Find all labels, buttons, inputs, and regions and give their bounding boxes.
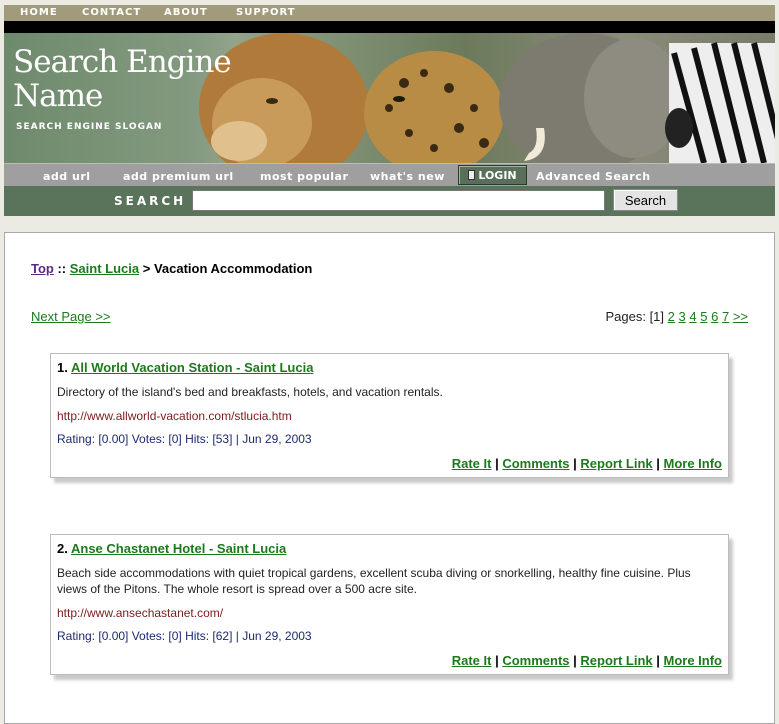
breadcrumb: Top :: Saint Lucia > Vacation Accommodat…	[31, 261, 312, 276]
search-button[interactable]: Search	[613, 189, 678, 211]
page-link[interactable]: 5	[700, 309, 707, 324]
banner-top-bar	[4, 21, 775, 33]
result-description: Directory of the island's bed and breakf…	[57, 385, 443, 399]
pagination: Pages: [1] 2 3 4 5 6 7 >>	[605, 309, 748, 324]
result-actions: Rate It | Comments | Report Link | More …	[57, 653, 722, 674]
search-input[interactable]	[192, 190, 605, 211]
action-separator: |	[569, 653, 581, 668]
pages-next-link[interactable]: >>	[733, 309, 748, 324]
nav-home[interactable]: HOME	[20, 7, 58, 18]
result-card: 2. Anse Chastanet Hotel - Saint Lucia Be…	[50, 534, 729, 675]
action-separator: |	[652, 653, 664, 668]
advanced-search-link[interactable]: Advanced Search	[536, 170, 651, 183]
search-label: SEARCH	[114, 194, 187, 208]
result-meta: Rating: [0.00] Votes: [0] Hits: [62] | J…	[57, 629, 312, 643]
action-separator: |	[652, 456, 664, 471]
site-slogan: SEARCH ENGINE SLOGAN	[16, 122, 163, 132]
page-link[interactable]: 7	[722, 309, 729, 324]
nav-support[interactable]: SUPPORT	[236, 7, 296, 18]
current-page: [1]	[649, 309, 665, 324]
nav-about[interactable]: ABOUT	[164, 7, 208, 18]
action-separator: |	[491, 456, 503, 471]
search-bar: SEARCH Search	[4, 186, 775, 216]
more-info-link[interactable]: More Info	[664, 456, 723, 471]
leopard-eye	[393, 96, 405, 102]
result-url: http://www.ansechastanet.com/	[57, 606, 224, 620]
breadcrumb-current: Vacation Accommodation	[153, 261, 313, 276]
result-number: 2.	[57, 541, 68, 556]
banner: Search Engine Name SEARCH ENGINE SLOGAN	[4, 33, 775, 163]
rate-it-link[interactable]: Rate It	[452, 456, 492, 471]
comments-link[interactable]: Comments	[502, 456, 569, 471]
report-link[interactable]: Report Link	[580, 456, 652, 471]
action-separator: |	[569, 456, 581, 471]
result-title: 1. All World Vacation Station - Saint Lu…	[57, 360, 722, 375]
nav-contact[interactable]: CONTACT	[82, 7, 141, 18]
lion-muzzle	[211, 121, 267, 161]
page-link[interactable]: 2	[668, 309, 675, 324]
result-card: 1. All World Vacation Station - Saint Lu…	[50, 353, 729, 478]
login-label: LOGIN	[478, 168, 517, 182]
login-button[interactable]: LOGIN	[458, 165, 527, 185]
pages-label: Pages:	[605, 309, 650, 324]
lock-icon	[468, 170, 476, 180]
rate-it-link[interactable]: Rate It	[452, 653, 492, 668]
lion-eye	[266, 98, 278, 104]
breadcrumb-top-link[interactable]: Top	[31, 261, 54, 276]
result-title-link[interactable]: Anse Chastanet Hotel - Saint Lucia	[71, 541, 286, 556]
zebra-nose	[665, 108, 693, 148]
breadcrumb-category-link[interactable]: Saint Lucia	[70, 261, 139, 276]
most-popular-link[interactable]: most popular	[260, 170, 348, 183]
sub-nav: add url add premium url most popular wha…	[4, 163, 775, 186]
whats-new-link[interactable]: what's new	[370, 170, 445, 183]
site-title-line1: Search Engine	[13, 44, 232, 80]
breadcrumb-separator: ::	[53, 261, 70, 276]
breadcrumb-separator: >	[139, 261, 154, 276]
more-info-link[interactable]: More Info	[664, 653, 723, 668]
result-actions: Rate It | Comments | Report Link | More …	[57, 456, 722, 477]
next-page-link[interactable]: Next Page >>	[31, 309, 111, 324]
report-link[interactable]: Report Link	[580, 653, 652, 668]
result-url: http://www.allworld-vacation.com/stlucia…	[57, 409, 292, 423]
result-title: 2. Anse Chastanet Hotel - Saint Lucia	[57, 541, 722, 556]
result-number: 1.	[57, 360, 68, 375]
add-premium-url-link[interactable]: add premium url	[123, 170, 234, 183]
comments-link[interactable]: Comments	[502, 653, 569, 668]
result-description: Beach side accommodations with quiet tro…	[57, 566, 691, 596]
result-title-link[interactable]: All World Vacation Station - Saint Lucia	[71, 360, 313, 375]
add-url-link[interactable]: add url	[43, 170, 91, 183]
result-meta: Rating: [0.00] Votes: [0] Hits: [53] | J…	[57, 432, 312, 446]
action-separator: |	[491, 653, 503, 668]
site-title: Search Engine Name	[13, 44, 232, 114]
page-link[interactable]: 3	[679, 309, 686, 324]
page-link[interactable]: 6	[711, 309, 718, 324]
main-content: Top :: Saint Lucia > Vacation Accommodat…	[4, 232, 775, 724]
site-title-line2: Name	[13, 78, 103, 114]
page-link[interactable]: 4	[689, 309, 696, 324]
top-nav: HOME CONTACT ABOUT SUPPORT	[4, 5, 775, 21]
